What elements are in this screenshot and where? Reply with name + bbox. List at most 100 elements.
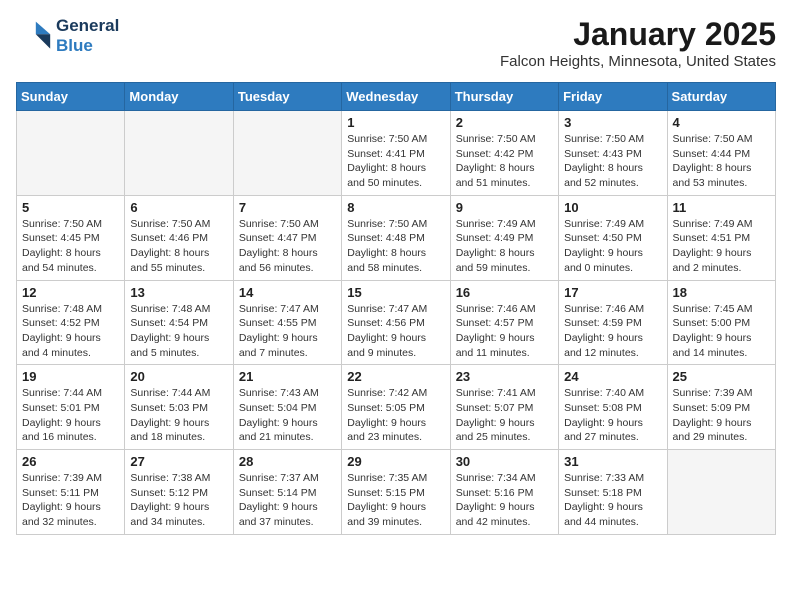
day-number: 27 xyxy=(130,454,227,469)
calendar-cell: 20 Sunrise: 7:44 AM Sunset: 5:03 PM Dayli… xyxy=(125,365,233,450)
calendar-cell: 4 Sunrise: 7:50 AM Sunset: 4:44 PM Daylig… xyxy=(667,111,775,196)
day-info: Sunrise: 7:43 AM Sunset: 5:04 PM Dayligh… xyxy=(239,386,336,445)
calendar-cell: 24 Sunrise: 7:40 AM Sunset: 5:08 PM Dayli… xyxy=(559,365,667,450)
day-number: 30 xyxy=(456,454,553,469)
day-number: 16 xyxy=(456,285,553,300)
calendar-cell: 27 Sunrise: 7:38 AM Sunset: 5:12 PM Dayli… xyxy=(125,450,233,535)
day-number: 21 xyxy=(239,369,336,384)
day-info: Sunrise: 7:33 AM Sunset: 5:18 PM Dayligh… xyxy=(564,471,661,530)
day-info: Sunrise: 7:46 AM Sunset: 4:59 PM Dayligh… xyxy=(564,302,661,361)
day-number: 1 xyxy=(347,115,444,130)
weekday-header-sunday: Sunday xyxy=(17,83,125,111)
calendar-cell: 3 Sunrise: 7:50 AM Sunset: 4:43 PM Daylig… xyxy=(559,111,667,196)
calendar-cell: 5Sunrise: 7:50 AM Sunset: 4:45 PM Daylig… xyxy=(17,195,125,280)
day-info: Sunrise: 7:44 AM Sunset: 5:03 PM Dayligh… xyxy=(130,386,227,445)
day-info: Sunrise: 7:39 AM Sunset: 5:09 PM Dayligh… xyxy=(673,386,770,445)
weekday-header-friday: Friday xyxy=(559,83,667,111)
day-number: 13 xyxy=(130,285,227,300)
calendar-cell: 23 Sunrise: 7:41 AM Sunset: 5:07 PM Dayli… xyxy=(450,365,558,450)
day-info: Sunrise: 7:42 AM Sunset: 5:05 PM Dayligh… xyxy=(347,386,444,445)
calendar-cell: 16 Sunrise: 7:46 AM Sunset: 4:57 PM Dayli… xyxy=(450,280,558,365)
day-info: Sunrise: 7:50 AM Sunset: 4:44 PM Dayligh… xyxy=(673,132,770,191)
day-info: Sunrise: 7:39 AM Sunset: 5:11 PM Dayligh… xyxy=(22,471,119,530)
calendar-cell: 26 Sunrise: 7:39 AM Sunset: 5:11 PM Dayli… xyxy=(17,450,125,535)
day-number: 28 xyxy=(239,454,336,469)
day-number: 20 xyxy=(130,369,227,384)
day-info: Sunrise: 7:50 AM Sunset: 4:41 PM Dayligh… xyxy=(347,132,444,191)
day-info: Sunrise: 7:37 AM Sunset: 5:14 PM Dayligh… xyxy=(239,471,336,530)
day-info: Sunrise: 7:50 AM Sunset: 4:48 PM Dayligh… xyxy=(347,217,444,276)
day-info: Sunrise: 7:50 AM Sunset: 4:47 PM Dayligh… xyxy=(239,217,336,276)
day-info: Sunrise: 7:50 AM Sunset: 4:43 PM Dayligh… xyxy=(564,132,661,191)
week-row-2: 5Sunrise: 7:50 AM Sunset: 4:45 PM Daylig… xyxy=(17,195,776,280)
page-header: General Blue January 2025 Falcon Heights… xyxy=(16,16,776,70)
calendar-cell: 18 Sunrise: 7:45 AM Sunset: 5:00 PM Dayli… xyxy=(667,280,775,365)
weekday-header-thursday: Thursday xyxy=(450,83,558,111)
day-info: Sunrise: 7:47 AM Sunset: 4:56 PM Dayligh… xyxy=(347,302,444,361)
day-info: Sunrise: 7:34 AM Sunset: 5:16 PM Dayligh… xyxy=(456,471,553,530)
day-info: Sunrise: 7:44 AM Sunset: 5:01 PM Dayligh… xyxy=(22,386,119,445)
day-info: Sunrise: 7:46 AM Sunset: 4:57 PM Dayligh… xyxy=(456,302,553,361)
calendar-cell: 12Sunrise: 7:48 AM Sunset: 4:52 PM Dayli… xyxy=(17,280,125,365)
day-number: 8 xyxy=(347,200,444,215)
day-info: Sunrise: 7:48 AM Sunset: 4:52 PM Dayligh… xyxy=(22,302,119,361)
weekday-header-tuesday: Tuesday xyxy=(233,83,341,111)
calendar-cell xyxy=(17,111,125,196)
day-info: Sunrise: 7:47 AM Sunset: 4:55 PM Dayligh… xyxy=(239,302,336,361)
calendar-cell: 25Sunrise: 7:39 AM Sunset: 5:09 PM Dayli… xyxy=(667,365,775,450)
day-info: Sunrise: 7:49 AM Sunset: 4:50 PM Dayligh… xyxy=(564,217,661,276)
day-info: Sunrise: 7:49 AM Sunset: 4:51 PM Dayligh… xyxy=(673,217,770,276)
week-row-5: 26 Sunrise: 7:39 AM Sunset: 5:11 PM Dayli… xyxy=(17,450,776,535)
day-number: 6 xyxy=(130,200,227,215)
calendar-cell: 29 Sunrise: 7:35 AM Sunset: 5:15 PM Dayli… xyxy=(342,450,450,535)
day-number: 29 xyxy=(347,454,444,469)
day-info: Sunrise: 7:41 AM Sunset: 5:07 PM Dayligh… xyxy=(456,386,553,445)
day-info: Sunrise: 7:45 AM Sunset: 5:00 PM Dayligh… xyxy=(673,302,770,361)
calendar-cell xyxy=(233,111,341,196)
calendar: SundayMondayTuesdayWednesdayThursdayFrid… xyxy=(16,82,776,535)
calendar-cell: 15Sunrise: 7:47 AM Sunset: 4:56 PM Dayli… xyxy=(342,280,450,365)
day-info: Sunrise: 7:35 AM Sunset: 5:15 PM Dayligh… xyxy=(347,471,444,530)
day-number: 24 xyxy=(564,369,661,384)
calendar-cell: 30 Sunrise: 7:34 AM Sunset: 5:16 PM Dayli… xyxy=(450,450,558,535)
day-info: Sunrise: 7:50 AM Sunset: 4:42 PM Dayligh… xyxy=(456,132,553,191)
calendar-cell: 11 Sunrise: 7:49 AM Sunset: 4:51 PM Dayli… xyxy=(667,195,775,280)
calendar-cell: 8 Sunrise: 7:50 AM Sunset: 4:48 PM Daylig… xyxy=(342,195,450,280)
day-number: 5 xyxy=(22,200,119,215)
day-number: 2 xyxy=(456,115,553,130)
week-row-1: 1 Sunrise: 7:50 AM Sunset: 4:41 PM Daylig… xyxy=(17,111,776,196)
calendar-cell: 13 Sunrise: 7:48 AM Sunset: 4:54 PM Dayli… xyxy=(125,280,233,365)
week-row-4: 19 Sunrise: 7:44 AM Sunset: 5:01 PM Dayli… xyxy=(17,365,776,450)
location: Falcon Heights, Minnesota, United States xyxy=(500,53,776,70)
calendar-cell: 14 Sunrise: 7:47 AM Sunset: 4:55 PM Dayli… xyxy=(233,280,341,365)
day-number: 17 xyxy=(564,285,661,300)
day-number: 23 xyxy=(456,369,553,384)
day-number: 19 xyxy=(22,369,119,384)
logo: General Blue xyxy=(16,16,119,57)
day-number: 26 xyxy=(22,454,119,469)
calendar-cell: 21 Sunrise: 7:43 AM Sunset: 5:04 PM Dayli… xyxy=(233,365,341,450)
weekday-header-saturday: Saturday xyxy=(667,83,775,111)
day-info: Sunrise: 7:48 AM Sunset: 4:54 PM Dayligh… xyxy=(130,302,227,361)
day-number: 4 xyxy=(673,115,770,130)
day-number: 3 xyxy=(564,115,661,130)
title-block: January 2025 Falcon Heights, Minnesota, … xyxy=(500,16,776,70)
calendar-cell: 2 Sunrise: 7:50 AM Sunset: 4:42 PM Daylig… xyxy=(450,111,558,196)
weekday-header-monday: Monday xyxy=(125,83,233,111)
day-number: 18 xyxy=(673,285,770,300)
calendar-cell: 17 Sunrise: 7:46 AM Sunset: 4:59 PM Dayli… xyxy=(559,280,667,365)
calendar-cell: 6Sunrise: 7:50 AM Sunset: 4:46 PM Daylig… xyxy=(125,195,233,280)
day-info: Sunrise: 7:38 AM Sunset: 5:12 PM Dayligh… xyxy=(130,471,227,530)
calendar-cell: 22Sunrise: 7:42 AM Sunset: 5:05 PM Dayli… xyxy=(342,365,450,450)
week-row-3: 12Sunrise: 7:48 AM Sunset: 4:52 PM Dayli… xyxy=(17,280,776,365)
day-number: 11 xyxy=(673,200,770,215)
logo-text: General Blue xyxy=(56,16,119,57)
day-info: Sunrise: 7:40 AM Sunset: 5:08 PM Dayligh… xyxy=(564,386,661,445)
day-number: 14 xyxy=(239,285,336,300)
calendar-cell: 7Sunrise: 7:50 AM Sunset: 4:47 PM Daylig… xyxy=(233,195,341,280)
calendar-cell: 31Sunrise: 7:33 AM Sunset: 5:18 PM Dayli… xyxy=(559,450,667,535)
calendar-cell: 9Sunrise: 7:49 AM Sunset: 4:49 PM Daylig… xyxy=(450,195,558,280)
month-title: January 2025 xyxy=(500,16,776,53)
calendar-cell xyxy=(667,450,775,535)
day-number: 9 xyxy=(456,200,553,215)
